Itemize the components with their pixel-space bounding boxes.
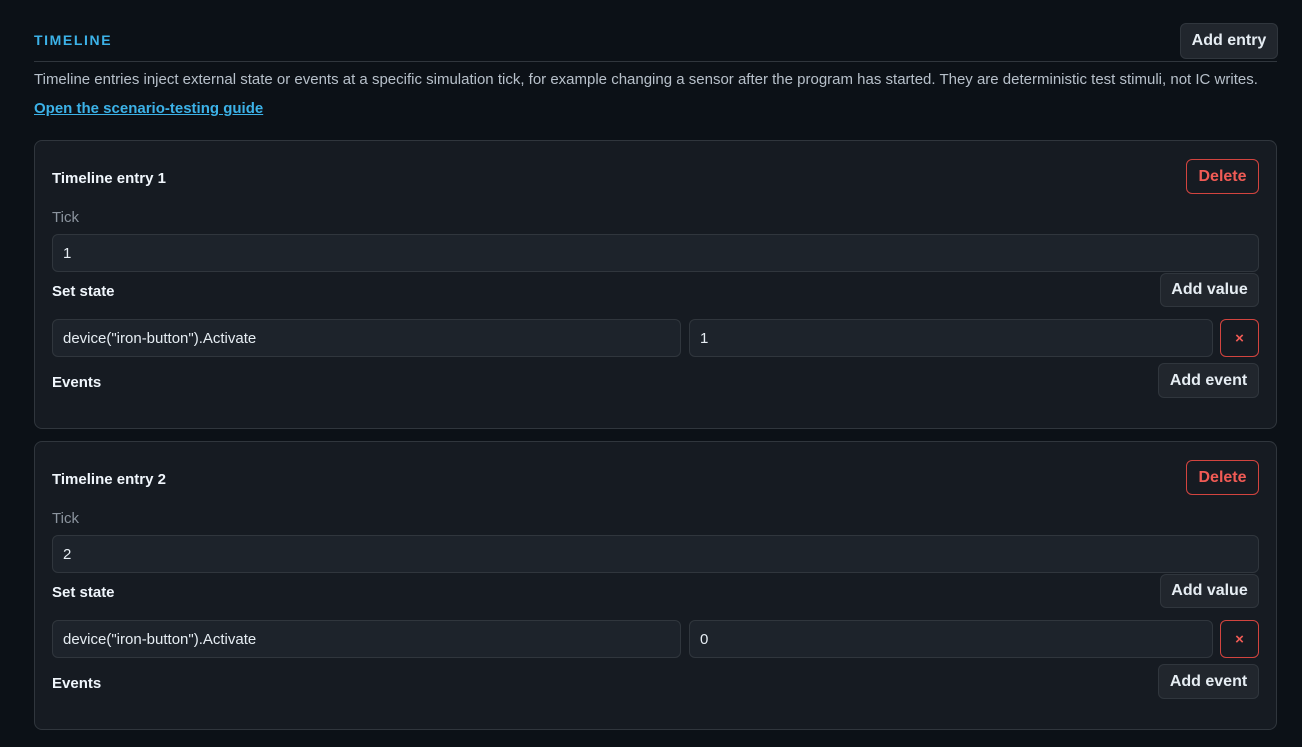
tick-input[interactable] [52,234,1259,272]
tick-label: Tick [52,209,79,226]
add-event-button[interactable]: Add event [1158,363,1259,398]
timeline-entry-card: Timeline entry 2 Delete Tick Set state A… [34,441,1277,730]
tick-input[interactable] [52,535,1259,573]
remove-state-button[interactable]: × [1220,620,1259,658]
remove-state-button[interactable]: × [1220,319,1259,357]
state-key-input[interactable] [52,319,681,357]
add-value-button[interactable]: Add value [1160,574,1259,608]
timeline-entry-card: Timeline entry 1 Delete Tick Set state A… [34,140,1277,429]
add-event-button[interactable]: Add event [1158,664,1259,699]
add-entry-button[interactable]: Add entry [1180,23,1278,59]
set-state-label: Set state [52,283,115,300]
add-value-button[interactable]: Add value [1160,273,1259,307]
entry-title: Timeline entry 2 [52,471,166,488]
section-header: TIMELINE Add entry [34,23,1278,62]
tick-label: Tick [52,510,79,527]
events-label: Events [52,675,102,692]
scenario-guide-link[interactable]: Open the scenario-testing guide [34,100,263,117]
delete-entry-button[interactable]: Delete [1186,159,1259,194]
section-description: Timeline entries inject external state o… [34,71,1258,88]
state-key-input[interactable] [52,620,681,658]
entry-title: Timeline entry 1 [52,170,166,187]
state-value-input[interactable] [689,620,1213,658]
set-state-label: Set state [52,584,115,601]
state-value-input[interactable] [689,319,1213,357]
section-title: TIMELINE [34,32,113,48]
delete-entry-button[interactable]: Delete [1186,460,1259,495]
events-label: Events [52,374,102,391]
